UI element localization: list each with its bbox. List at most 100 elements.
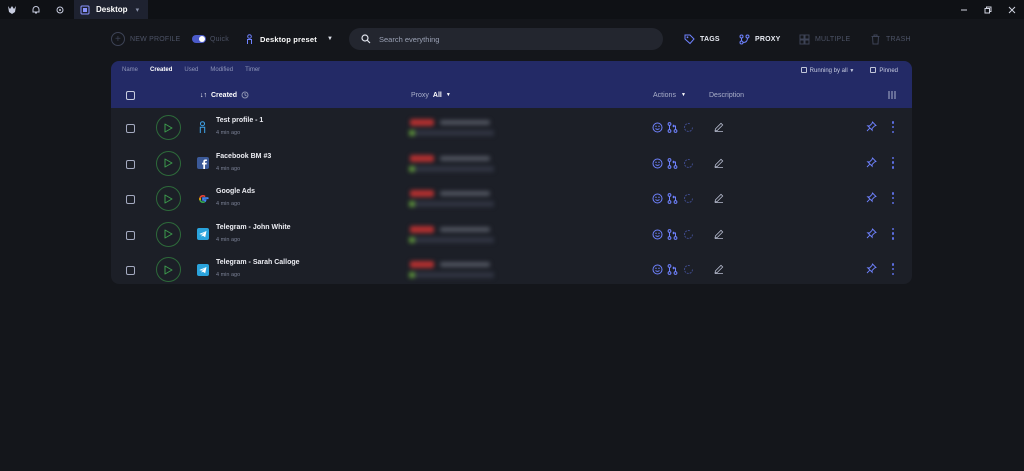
sync-proxy-icon[interactable] [667, 122, 678, 133]
refresh-icon[interactable] [683, 158, 694, 169]
pin-icon[interactable] [866, 156, 877, 168]
tab-desktop[interactable]: Desktop ▾ [74, 0, 148, 19]
proxy-label: PROXY [755, 35, 781, 43]
refresh-icon[interactable] [683, 193, 694, 204]
sort-tab-created[interactable]: Created [150, 67, 172, 73]
start-profile-button[interactable] [156, 150, 181, 176]
refresh-icon[interactable] [683, 229, 694, 240]
sync-proxy-icon[interactable] [667, 157, 678, 169]
edit-description-icon[interactable] [714, 264, 724, 274]
trash-button[interactable]: TRASH [870, 27, 911, 51]
play-icon [164, 158, 173, 168]
profile-name[interactable]: Google Ads [216, 188, 255, 195]
sort-tab-name[interactable]: Name [122, 67, 138, 73]
more-options-icon[interactable] [891, 121, 895, 133]
table-row[interactable]: Test profile - 1 4 min ago [111, 111, 912, 146]
table-row[interactable]: Google Ads 4 min ago [111, 182, 912, 217]
more-options-icon[interactable] [891, 156, 895, 169]
columns-settings-icon[interactable] [888, 89, 896, 101]
pin-icon[interactable] [866, 192, 877, 203]
running-by-all-filter[interactable]: Running by all ▼ [800, 67, 854, 74]
table-row[interactable]: Telegram - John White 4 min ago [111, 218, 912, 253]
more-options-icon[interactable] [891, 263, 895, 275]
more-options-icon[interactable] [891, 192, 895, 204]
person-icon [247, 33, 252, 44]
tab-dropdown-icon[interactable]: ▾ [136, 6, 140, 14]
desktop-tab-icon [80, 5, 90, 14]
pin-icon[interactable] [866, 227, 877, 239]
start-profile-button[interactable] [156, 257, 181, 282]
search-input[interactable] [379, 34, 639, 44]
start-profile-button[interactable] [156, 221, 181, 247]
start-profile-button[interactable] [156, 115, 181, 140]
cookie-icon[interactable] [652, 229, 663, 240]
app-logo-icon[interactable] [0, 0, 24, 19]
profile-name[interactable]: Telegram - Sarah Calloge [216, 259, 300, 266]
proxy-info[interactable] [408, 259, 498, 281]
close-icon[interactable] [1000, 0, 1024, 19]
search-bar[interactable] [349, 28, 663, 50]
table-row[interactable]: Telegram - Sarah Calloge 4 min ago [111, 253, 912, 284]
cookie-icon[interactable] [652, 264, 663, 275]
play-icon [164, 194, 173, 203]
gear-icon[interactable] [48, 0, 72, 19]
quick-label: Quick [210, 35, 229, 43]
sync-proxy-icon[interactable] [667, 264, 678, 275]
sort-tab-timer[interactable]: Timer [245, 67, 260, 73]
profile-name[interactable]: Telegram - John White [216, 224, 291, 231]
edit-description-icon[interactable] [714, 122, 724, 132]
restore-icon[interactable] [976, 0, 1000, 19]
multiple-button[interactable]: MULTIPLE [799, 27, 850, 51]
edit-description-icon[interactable] [714, 193, 724, 203]
minimize-icon[interactable] [952, 0, 976, 19]
profile-name[interactable]: Test profile - 1 [216, 117, 263, 124]
person-icon [196, 121, 209, 134]
multiple-icon [799, 34, 810, 44]
edit-description-icon[interactable] [714, 229, 724, 239]
proxy-column-header[interactable]: Proxy All ▼ [411, 89, 451, 101]
refresh-icon[interactable] [683, 122, 694, 133]
tab-label: Desktop [96, 5, 128, 14]
proxy-icon [739, 34, 750, 44]
cookie-icon[interactable] [652, 122, 663, 133]
sort-tab-used[interactable]: Used [184, 67, 198, 73]
edit-description-icon[interactable] [714, 158, 724, 168]
row-checkbox[interactable] [126, 159, 135, 169]
row-checkbox[interactable] [126, 195, 135, 204]
profile-created-time: 4 min ago [216, 201, 241, 207]
pinned-filter[interactable]: Pinned [870, 67, 898, 74]
created-column-header[interactable]: ↓↑ Created [200, 89, 249, 101]
tags-button[interactable]: TAGS [684, 27, 720, 51]
pin-icon[interactable] [866, 121, 877, 132]
quick-toggle[interactable]: Quick [192, 27, 229, 51]
sort-tab-modified[interactable]: Modified [210, 67, 233, 73]
trash-icon [871, 34, 880, 44]
proxy-info[interactable] [408, 224, 498, 246]
table-row[interactable]: Facebook BM #3 4 min ago [111, 147, 912, 182]
preset-selector[interactable]: Desktop preset ▼ [244, 27, 333, 51]
actions-column-label: Actions [653, 91, 676, 99]
running-label: Running by all [809, 68, 848, 74]
proxy-info[interactable] [408, 153, 498, 175]
sort-desc-icon: ↓↑ [200, 91, 207, 99]
select-all-checkbox[interactable] [126, 89, 135, 101]
bell-icon[interactable] [24, 0, 48, 19]
row-checkbox[interactable] [126, 266, 135, 275]
profile-name[interactable]: Facebook BM #3 [216, 153, 271, 160]
proxy-info[interactable] [408, 188, 498, 210]
actions-column-header[interactable]: Actions ▼ [653, 89, 686, 101]
proxy-button[interactable]: PROXY [739, 27, 781, 51]
start-profile-button[interactable] [156, 186, 181, 211]
cookie-icon[interactable] [652, 193, 663, 204]
sync-proxy-icon[interactable] [667, 193, 678, 204]
cookie-icon[interactable] [652, 158, 663, 169]
refresh-icon[interactable] [683, 264, 694, 275]
sync-proxy-icon[interactable] [667, 228, 678, 240]
new-profile-button[interactable]: + NEW PROFILE [111, 27, 180, 51]
description-column-label: Description [709, 91, 745, 99]
row-checkbox[interactable] [126, 230, 135, 240]
proxy-info[interactable] [408, 117, 498, 139]
more-options-icon[interactable] [891, 227, 895, 240]
pin-icon[interactable] [866, 263, 877, 274]
row-checkbox[interactable] [126, 124, 135, 133]
